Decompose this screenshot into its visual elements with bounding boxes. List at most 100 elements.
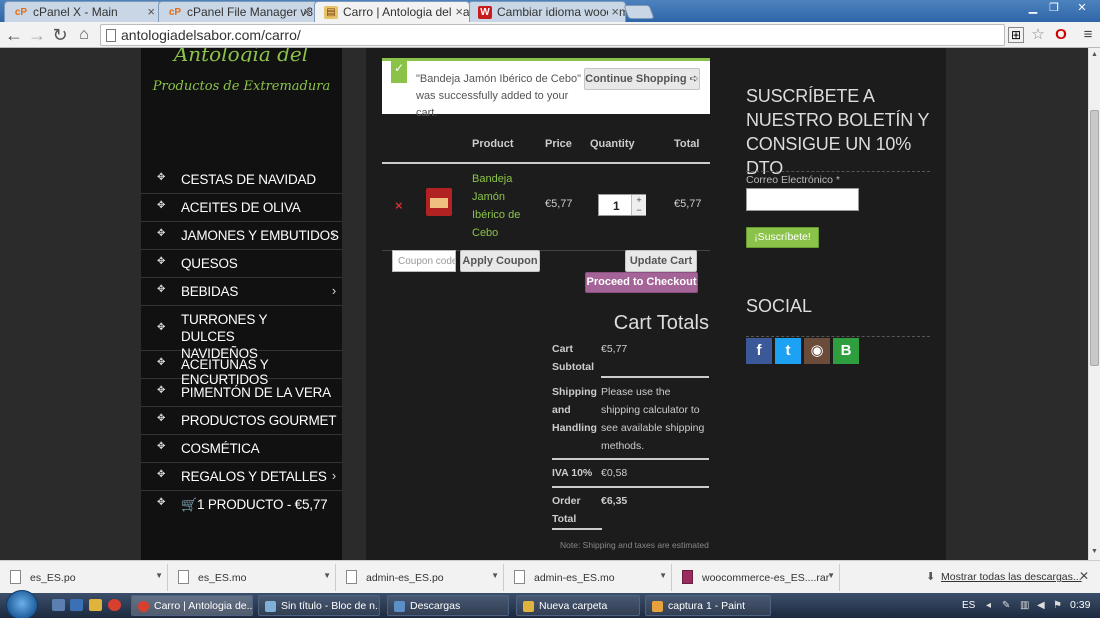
taskbar-item-notepad[interactable]: Sin título - Bloc de n... (258, 595, 380, 616)
download-item[interactable]: woocommerce-es_ES....rar ▼ (672, 564, 840, 591)
system-clock[interactable]: 0:39 (1070, 599, 1090, 611)
menu-item-bebidas[interactable]: ✥ BEBIDAS › (141, 278, 342, 306)
bookmark-star-icon[interactable]: ☆ (1028, 25, 1048, 45)
menu-icon[interactable]: ≡ (1078, 25, 1098, 45)
totals-divider (601, 376, 709, 378)
address-bar[interactable]: antologiadelsabor.com/carro/ (100, 24, 1005, 46)
dropdown-arrow-icon[interactable]: ▼ (155, 571, 163, 580)
show-all-downloads-link[interactable]: Mostrar todas las descargas... (941, 571, 1082, 583)
product-thumbnail[interactable] (426, 188, 452, 216)
chrome-quick-icon[interactable] (108, 599, 121, 611)
show-desktop-icon[interactable] (52, 599, 65, 611)
close-icon[interactable]: ✕ (1079, 569, 1089, 583)
close-window-icon[interactable]: ✕ (1067, 1, 1097, 15)
facebook-icon[interactable]: f (746, 338, 772, 364)
download-arrow-icon: ⬇ (926, 571, 936, 583)
menu-item-quesos[interactable]: ✥ QUESOS (141, 250, 342, 278)
pen-icon[interactable]: ✎ (1002, 600, 1010, 611)
decrement-icon[interactable]: − (631, 205, 646, 215)
scroll-down-icon[interactable]: ▼ (1091, 548, 1098, 555)
twitter-icon[interactable]: t (775, 338, 801, 364)
menu-item-gourmet[interactable]: ✥ PRODUCTOS GOURMET (141, 407, 342, 435)
close-icon[interactable]: × (452, 4, 463, 19)
close-icon[interactable]: × (303, 4, 311, 19)
download-filename: es_ES.mo (198, 572, 247, 584)
archive-icon (682, 570, 693, 584)
menu-item-cosmetica[interactable]: ✥ COSMÉTICA (141, 435, 342, 463)
dropdown-arrow-icon[interactable]: ▼ (659, 571, 667, 580)
increment-icon[interactable]: + (631, 195, 646, 205)
menu-item-aceitunas[interactable]: ✥ ACEITUNAS Y ENCURTIDOS (141, 351, 342, 387)
download-item[interactable]: es_ES.po ▼ (0, 564, 168, 591)
restore-icon[interactable]: ❐ (1043, 1, 1065, 15)
bullet-icon: ✥ (157, 469, 166, 480)
menu-item-label: QUESOS (181, 256, 238, 271)
quantity-stepper[interactable]: 1 + − (598, 194, 646, 216)
download-item[interactable]: admin-es_ES.mo ▼ (504, 564, 672, 591)
update-cart-button[interactable]: Update Cart (625, 250, 697, 272)
dropdown-arrow-icon[interactable]: ▼ (491, 571, 499, 580)
tab-cpanel-file-manager[interactable]: cP cPanel File Manager v3 × (158, 1, 318, 22)
download-item[interactable]: admin-es_ES.po ▼ (336, 564, 504, 591)
menu-item-regalos[interactable]: ✥ REGALOS Y DETALLES › (141, 463, 342, 491)
tab-cpanel-main[interactable]: cP cPanel X - Main × (4, 1, 162, 22)
blogger-b-icon[interactable]: B (833, 338, 859, 364)
menu-item-jamones[interactable]: ✥ JAMONES Y EMBUTIDOS › (141, 222, 342, 250)
email-label: Correo Electrónico * (746, 174, 840, 186)
apply-coupon-button[interactable]: Apply Coupon (460, 250, 540, 272)
close-icon[interactable]: × (147, 4, 155, 19)
coupon-code-input[interactable]: Coupon code (392, 250, 456, 272)
menu-item-label: REGALOS Y DETALLES (181, 469, 327, 484)
bullet-icon: ✥ (157, 228, 166, 239)
home-icon[interactable]: ⌂ (74, 25, 94, 45)
remove-item-icon[interactable]: × (395, 198, 403, 213)
taskbar-item-folder[interactable]: Nueva carpeta (516, 595, 640, 616)
bullet-icon: ✥ (157, 322, 166, 333)
email-field[interactable] (746, 188, 859, 211)
product-name-link[interactable]: Bandeja Jamón Ibérico de Cebo (472, 170, 532, 242)
tab-carro[interactable]: ▤ Carro | Antologia del Sabor × (314, 1, 470, 22)
download-item[interactable]: es_ES.mo ▼ (168, 564, 336, 591)
folder-quick-icon[interactable] (89, 599, 102, 611)
menu-item-cestas[interactable]: ✥ CESTAS DE NAVIDAD (141, 166, 342, 194)
menu-item-turrones[interactable]: ✥ TURRONES Y DULCES NAVIDEÑOS (141, 306, 342, 361)
volume-icon[interactable]: ◀ (1037, 600, 1045, 611)
dropdown-arrow-icon[interactable]: ▼ (827, 571, 835, 580)
explorer-quick-icon[interactable] (70, 599, 83, 611)
reload-icon[interactable]: ↻ (50, 25, 70, 45)
menu-cart-link[interactable]: ✥ 🛒 1 PRODUCTO - €5,77 (141, 491, 342, 519)
translate-icon[interactable]: ⊞ (1008, 27, 1024, 43)
language-indicator[interactable]: ES (962, 600, 975, 611)
bullet-icon: ✥ (157, 172, 166, 183)
taskbar-item-downloads[interactable]: Descargas (387, 595, 509, 616)
minimize-icon[interactable]: ▁ (1022, 1, 1044, 15)
tab-title: cPanel X - Main (33, 5, 118, 19)
network-icon[interactable]: ▥ (1020, 600, 1029, 611)
scroll-up-icon[interactable]: ▲ (1091, 51, 1098, 58)
scrollbar-thumb[interactable] (1090, 110, 1099, 366)
tab-cambiar-idioma[interactable]: W Cambiar idioma woocomm × (468, 1, 626, 22)
instagram-icon[interactable]: ◉ (804, 338, 830, 364)
forward-arrow-icon[interactable]: → (27, 25, 47, 45)
menu-item-aceites[interactable]: ✥ ACEITES DE OLIVA (141, 194, 342, 222)
taskbar-item-chrome[interactable]: Carro | Antologia de... (131, 595, 253, 616)
file-icon (178, 570, 189, 584)
action-center-icon[interactable]: ⚑ (1053, 600, 1062, 611)
close-icon[interactable]: × (608, 4, 619, 19)
new-tab-button[interactable] (623, 5, 655, 19)
subscribe-button[interactable]: ¡Suscríbete! (746, 227, 819, 248)
logo-script-text[interactable]: Antologia del Sabor (171, 48, 311, 62)
taskbar-item-paint[interactable]: captura 1 - Paint (645, 595, 771, 616)
continue-shopping-button[interactable]: Continue Shopping ➪ (584, 68, 700, 90)
opera-icon[interactable]: O (1051, 25, 1071, 45)
cart-icon: 🛒 (181, 497, 197, 512)
proceed-to-checkout-button[interactable]: Proceed to Checkout (585, 272, 698, 293)
widget-divider (746, 171, 930, 172)
show-hidden-icons-icon[interactable]: ◂ (986, 600, 991, 611)
vertical-scrollbar[interactable]: ▲ ▼ (1088, 48, 1100, 560)
back-arrow-icon[interactable]: ← (4, 25, 24, 45)
dropdown-arrow-icon[interactable]: ▼ (323, 571, 331, 580)
start-button[interactable] (6, 590, 38, 618)
menu-item-pimenton[interactable]: ✥ PIMENTÓN DE LA VERA (141, 379, 342, 407)
file-icon (10, 570, 21, 584)
